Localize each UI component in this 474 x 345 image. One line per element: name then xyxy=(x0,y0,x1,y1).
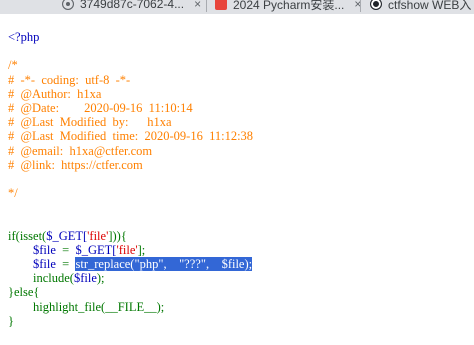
code-line: <?php xyxy=(8,30,253,44)
tab-title: 3749d87c-7062-4... xyxy=(80,0,185,11)
statement-end: ); xyxy=(244,257,253,271)
close-icon[interactable]: × xyxy=(194,0,201,11)
php-open-tag: <?php xyxy=(8,30,40,44)
comment-line: # @Author: h1xa xyxy=(8,86,102,101)
else-keyword: }else{ xyxy=(8,285,40,300)
code-line-assign-get: $file = $_GET['file']; xyxy=(8,243,253,257)
statement-end: ); xyxy=(96,271,105,286)
code-line-else: }else{ xyxy=(8,285,253,299)
pycharm-icon xyxy=(215,0,227,10)
code-line-highlight: highlight_file(__FILE__); xyxy=(8,300,253,314)
php-source-code: <?php /* # -*- coding: utf-8 -*- # @Auth… xyxy=(8,30,253,328)
comment-line: # @link: https://ctfer.com xyxy=(8,157,143,172)
text-selection[interactable]: str_replace("php", "???", $file); xyxy=(75,257,253,271)
tab-title: ctfshow WEB入 xyxy=(388,0,472,12)
file-key-string: 'file' xyxy=(87,228,109,243)
get-variable: $_GET[ xyxy=(46,228,88,243)
file-variable: $file xyxy=(33,242,56,257)
code-line-if: if(isset($_GET['file'])){ xyxy=(8,229,253,243)
browser-tab-strip: 3749d87c-7062-4... × 2024 Pycharm安装... ×… xyxy=(0,0,474,14)
statement-end: ]; xyxy=(137,242,146,257)
statement-end: ); xyxy=(156,299,165,314)
include-keyword: include( xyxy=(33,271,74,286)
comment-line: # -*- coding: utf-8 -*- xyxy=(8,72,131,87)
arg-separator: , xyxy=(163,257,180,271)
file-variable: $file xyxy=(73,271,97,286)
tab-divider xyxy=(206,0,207,12)
comment-line: # @Last Modified by: h1xa xyxy=(8,115,172,130)
get-variable: $_GET[ xyxy=(75,242,117,257)
browser-tab[interactable]: 2024 Pycharm安装... × xyxy=(215,0,361,12)
isset-function: isset( xyxy=(19,228,47,243)
globe-icon xyxy=(62,0,74,10)
browser-tab[interactable]: 3749d87c-7062-4... × xyxy=(62,0,201,12)
magic-file-constant: __FILE__ xyxy=(105,299,157,314)
str-replace-function: str_replace( xyxy=(75,257,135,271)
tab-title: 2024 Pycharm安装... xyxy=(233,0,345,12)
if-close: ])){ xyxy=(108,228,127,243)
file-variable-arg: $file xyxy=(221,257,245,271)
question-string-arg: "???" xyxy=(179,257,206,271)
comment-line: # @Last Modified time: 2020-09-16 11:12:… xyxy=(8,129,254,144)
tab-divider xyxy=(360,0,361,12)
file-key-string: 'file' xyxy=(116,242,138,257)
ctfshow-icon xyxy=(370,0,382,10)
arg-separator: , xyxy=(205,257,222,271)
code-line-include: include($file); xyxy=(8,271,253,285)
comment-line: */ xyxy=(8,186,18,201)
if-keyword: if( xyxy=(8,228,20,243)
comment-line: /* xyxy=(8,58,18,73)
code-line-close: } xyxy=(8,314,253,328)
browser-tab[interactable]: ctfshow WEB入 xyxy=(370,0,471,12)
closing-brace: } xyxy=(8,313,14,328)
assign-operator: = xyxy=(55,257,76,271)
comment-line xyxy=(8,172,253,186)
code-line-str-replace: $file = str_replace("php", "???", $file)… xyxy=(8,257,253,271)
comment-line: # @email: h1xa@ctfer.com xyxy=(8,143,153,158)
file-variable: $file xyxy=(33,257,56,271)
highlight-file-function: highlight_file( xyxy=(33,299,106,314)
assign-operator: = xyxy=(55,242,76,257)
comment-line: # @Date: 2020-09-16 11:10:14 xyxy=(8,100,193,115)
php-string-arg: "php" xyxy=(134,257,164,271)
